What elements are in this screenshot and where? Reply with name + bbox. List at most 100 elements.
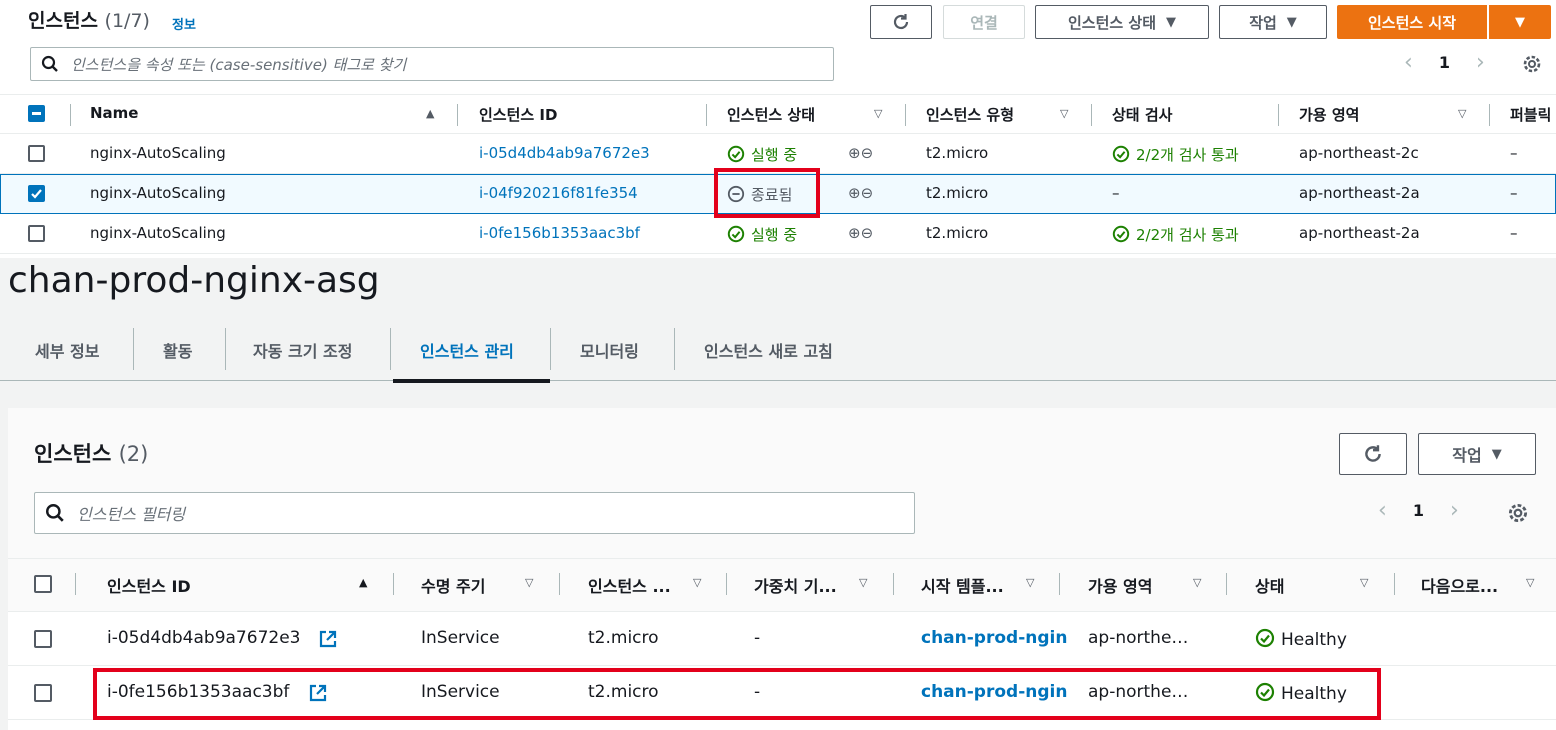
- health-status: Healthy: [1255, 628, 1347, 650]
- select-all-checkbox[interactable]: [28, 105, 45, 122]
- col-lifecycle[interactable]: 수명 주기: [421, 573, 485, 597]
- asg-panel: chan-prod-nginx-asg 세부 정보 활동 자동 크기 조정 인스…: [0, 258, 1556, 730]
- launch-dropdown-button[interactable]: ▼: [1489, 5, 1551, 39]
- search-placeholder: 인스턴스을 속성 또는 (case-sensitive) 태그로 찾기: [71, 55, 407, 74]
- tab-instance-management[interactable]: 인스턴스 관리: [420, 338, 514, 362]
- check-circle-icon: [1112, 225, 1130, 243]
- row-checkbox[interactable]: [34, 684, 52, 702]
- actions-dropdown[interactable]: 작업 ▼: [1418, 433, 1536, 475]
- instance-id-link[interactable]: i-05d4db4ab9a7672e3: [479, 144, 650, 162]
- instances-heading: 인스턴스 (1/7): [28, 10, 150, 32]
- col-next[interactable]: 다음으로...: [1421, 573, 1498, 597]
- instance-id-link[interactable]: i-0fe156b1353aac3bf: [479, 224, 640, 242]
- instance-id-link[interactable]: i-05d4db4ab9a7672e3: [107, 628, 300, 648]
- actions-dropdown[interactable]: 작업 ▼: [1219, 5, 1327, 39]
- asg-table-header: 인스턴스 ID ▲ 수명 주기 ▽ 인스턴스 ... ▽ 가중치 기... ▽ …: [8, 558, 1556, 612]
- sort-desc-icon[interactable]: ▽: [693, 576, 701, 589]
- col-az[interactable]: 가용 영역: [1299, 104, 1359, 125]
- panel-header: 인스턴스 (2) 작업 ▼ 인스턴스 필터링 ‹ 1 ›: [8, 408, 1556, 558]
- refresh-icon: [893, 14, 909, 30]
- table-row[interactable]: nginx-AutoScaling i-0fe156b1353aac3bf 실행…: [0, 214, 1556, 254]
- row-weight: -: [754, 628, 761, 648]
- sort-asc-icon[interactable]: ▲: [359, 576, 367, 589]
- sort-desc-icon[interactable]: ▽: [1060, 107, 1068, 120]
- next-page-icon[interactable]: ›: [1476, 50, 1485, 75]
- col-launch-template[interactable]: 시작 템플...: [921, 573, 1004, 597]
- sort-asc-icon[interactable]: ▲: [426, 107, 434, 120]
- col-instance-id[interactable]: 인스턴스 ID: [479, 104, 557, 125]
- col-instance-type[interactable]: 인스턴스 유형: [926, 104, 1014, 125]
- instances-search-input[interactable]: 인스턴스을 속성 또는 (case-sensitive) 태그로 찾기: [30, 47, 834, 81]
- state-running: 실행 중: [727, 224, 797, 245]
- zoom-icons[interactable]: ⊕⊖: [848, 224, 873, 242]
- highlight-box: [93, 668, 1381, 720]
- row-az: ap-northeast-2a: [1299, 184, 1420, 202]
- gear-icon[interactable]: [1506, 501, 1530, 525]
- col-az[interactable]: 가용 영역: [1088, 573, 1152, 597]
- sort-desc-icon[interactable]: ▽: [1360, 576, 1368, 589]
- page-number[interactable]: 1: [1413, 501, 1424, 520]
- check-circle-icon: [727, 145, 745, 163]
- col-instance-type[interactable]: 인스턴스 ...: [588, 573, 671, 597]
- actions-label: 작업: [1452, 446, 1482, 465]
- pagination: ‹ 1 ›: [1404, 50, 1485, 75]
- sort-desc-icon[interactable]: ▽: [1026, 576, 1034, 589]
- sort-desc-icon[interactable]: ▽: [859, 576, 867, 589]
- instances-filter-input[interactable]: 인스턴스 필터링: [34, 492, 915, 534]
- launch-template-link[interactable]: chan-prod-ngin: [921, 628, 1067, 648]
- row-lifecycle: InService: [421, 628, 500, 648]
- refresh-button[interactable]: [870, 5, 932, 39]
- col-name[interactable]: Name: [90, 104, 138, 122]
- sort-desc-icon[interactable]: ▽: [1193, 576, 1201, 589]
- connect-button[interactable]: 연결: [943, 5, 1025, 39]
- instances-table-header: Name ▲ 인스턴스 ID 인스턴스 상태 ▽ 인스턴스 유형 ▽ 상태 검사…: [0, 94, 1556, 134]
- col-status-check[interactable]: 상태 검사: [1112, 104, 1172, 125]
- tab-auto-scaling[interactable]: 자동 크기 조정: [253, 338, 352, 362]
- row-checkbox[interactable]: [34, 630, 52, 648]
- row-checkbox[interactable]: [28, 185, 45, 202]
- sort-desc-icon[interactable]: ▽: [874, 107, 882, 120]
- prev-page-icon[interactable]: ‹: [1378, 498, 1387, 523]
- launch-instance-button[interactable]: 인스턴스 시작: [1337, 5, 1487, 39]
- row-checkbox[interactable]: [28, 145, 45, 162]
- row-checkbox[interactable]: [28, 225, 45, 242]
- select-all-checkbox[interactable]: [34, 575, 52, 593]
- table-row[interactable]: i-05d4db4ab9a7672e3 InService t2.micro -…: [8, 612, 1556, 666]
- instance-state-dropdown[interactable]: 인스턴스 상태 ▼: [1035, 5, 1209, 39]
- col-health[interactable]: 상태: [1255, 573, 1284, 597]
- check-circle-icon: [727, 225, 745, 243]
- filter-placeholder: 인스턴스 필터링: [77, 505, 186, 524]
- col-public[interactable]: 퍼블릭: [1510, 104, 1551, 125]
- gear-icon[interactable]: [1521, 53, 1543, 75]
- search-icon: [46, 504, 64, 522]
- zoom-icons[interactable]: ⊕⊖: [848, 184, 873, 202]
- next-page-icon[interactable]: ›: [1450, 498, 1459, 523]
- actions-label: 작업: [1249, 13, 1277, 32]
- tab-details[interactable]: 세부 정보: [35, 338, 99, 362]
- active-tab-indicator: [393, 379, 550, 383]
- col-instance-id[interactable]: 인스턴스 ID: [107, 573, 191, 597]
- row-type: t2.micro: [926, 224, 989, 242]
- row-type: t2.micro: [588, 628, 659, 648]
- pagination: ‹ 1 ›: [1378, 498, 1459, 523]
- sort-desc-icon[interactable]: ▽: [1526, 576, 1534, 589]
- row-type: t2.micro: [926, 144, 989, 162]
- refresh-button[interactable]: [1339, 433, 1407, 475]
- sort-desc-icon[interactable]: ▽: [1458, 107, 1466, 120]
- zoom-icons[interactable]: ⊕⊖: [848, 144, 873, 162]
- instance-id-link[interactable]: i-04f920216f81fe354: [479, 184, 638, 202]
- tab-activity[interactable]: 활동: [163, 338, 192, 362]
- sort-desc-icon[interactable]: ▽: [525, 576, 533, 589]
- tab-monitoring[interactable]: 모니터링: [580, 338, 639, 362]
- info-link[interactable]: 정보: [172, 14, 196, 33]
- row-name: nginx-AutoScaling: [90, 144, 226, 162]
- page-number[interactable]: 1: [1439, 53, 1450, 72]
- col-weight[interactable]: 가중치 기...: [754, 573, 837, 597]
- col-instance-state[interactable]: 인스턴스 상태: [727, 104, 815, 125]
- row-az: ap-northeast-2c: [1299, 144, 1419, 162]
- external-link-icon[interactable]: [318, 629, 338, 649]
- refresh-icon: [1365, 445, 1381, 462]
- panel-title: 인스턴스 (2): [34, 442, 149, 466]
- tab-instance-refresh[interactable]: 인스턴스 새로 고침: [704, 338, 833, 362]
- prev-page-icon[interactable]: ‹: [1404, 50, 1413, 75]
